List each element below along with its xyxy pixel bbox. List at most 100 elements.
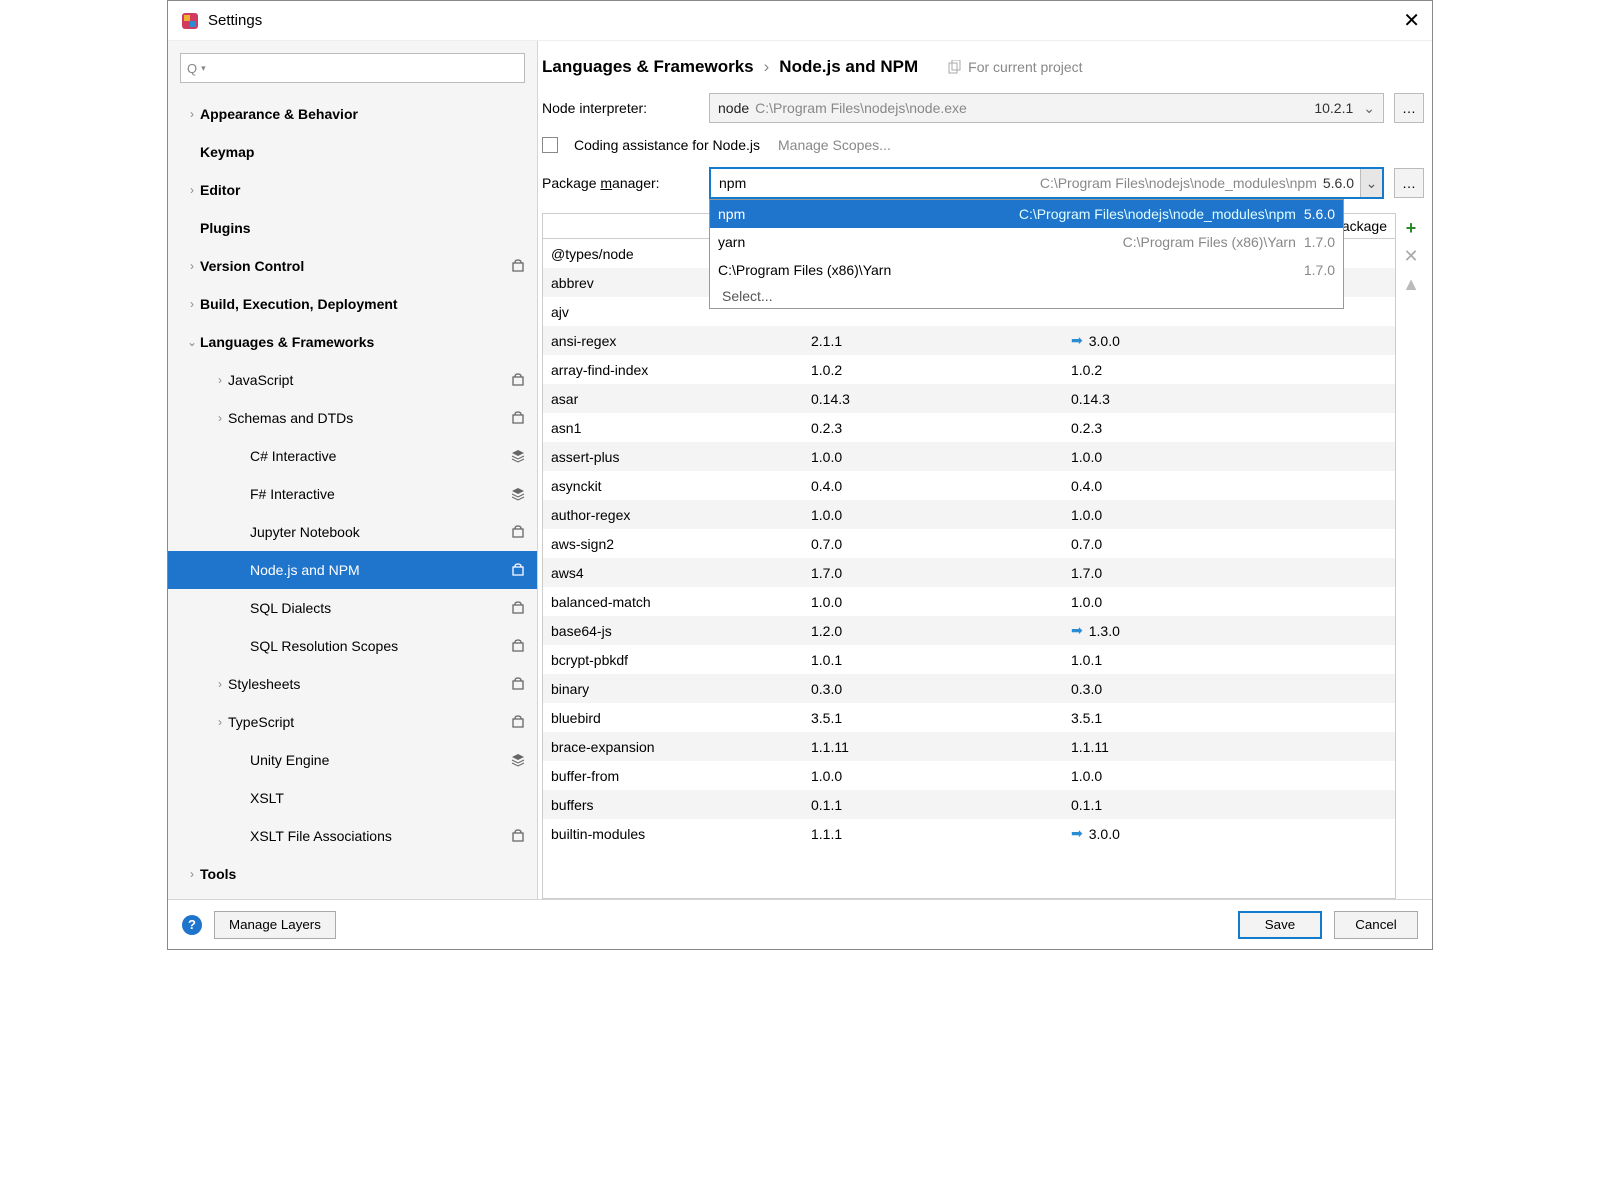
table-side-buttons: + ✕ ▲ (1396, 213, 1424, 899)
tree-item-label: JavaScript (228, 372, 511, 388)
app-logo-icon (180, 11, 200, 31)
tree-item[interactable]: ›Editor (168, 171, 537, 209)
tree-item-label: Plugins (200, 220, 525, 236)
settings-tree: ›Appearance & BehaviorKeymap›Editor Plugi… (168, 95, 537, 899)
pkg-name: buffer-from (543, 768, 803, 784)
tree-item[interactable]: Jupyter Notebook (168, 513, 537, 551)
pkg-latest: 1.0.0 (1063, 594, 1395, 610)
tree-item[interactable]: ›JavaScript (168, 361, 537, 399)
pkg-latest: 0.14.3 (1063, 391, 1395, 407)
node-interpreter-field[interactable]: node C:\Program Files\nodejs\node.exe 10… (709, 93, 1384, 123)
add-package-button[interactable]: + (1400, 217, 1422, 239)
dropdown-item[interactable]: yarnC:\Program Files (x86)\Yarn1.7.0 (710, 228, 1343, 256)
tree-item[interactable]: F# Interactive (168, 475, 537, 513)
copy-icon (948, 60, 962, 74)
package-row[interactable]: bcrypt-pbkdf1.0.11.0.1 (543, 645, 1395, 674)
package-row[interactable]: ansi-regex2.1.1➡3.0.0 (543, 326, 1395, 355)
tree-item[interactable]: Node.js and NPM (168, 551, 537, 589)
tree-item[interactable]: Unity Engine (168, 741, 537, 779)
upgrade-package-button[interactable]: ▲ (1400, 273, 1422, 295)
pkg-latest: 3.5.1 (1063, 710, 1395, 726)
tree-item-label: C# Interactive (250, 448, 511, 464)
tree-item-label: Version Control (200, 258, 511, 274)
package-row[interactable]: bluebird3.5.13.5.1 (543, 703, 1395, 732)
tree-item-label: Build, Execution, Deployment (200, 296, 525, 312)
package-row[interactable]: aws-sign20.7.00.7.0 (543, 529, 1395, 558)
tree-item[interactable]: ›TypeScript (168, 703, 537, 741)
package-manager-row: Package manager: npm C:\Program Files\no… (538, 167, 1424, 199)
tree-item[interactable]: Plugins (168, 209, 537, 247)
package-row[interactable]: buffers0.1.10.1.1 (543, 790, 1395, 819)
dropdown-item[interactable]: C:\Program Files (x86)\Yarn1.7.0 (710, 256, 1343, 284)
coding-assist-checkbox[interactable] (542, 137, 558, 153)
pkgmgr-name: npm (711, 175, 755, 191)
package-row[interactable]: array-find-index1.0.21.0.2 (543, 355, 1395, 384)
package-row[interactable]: binary0.3.00.3.0 (543, 674, 1395, 703)
pkgmgr-more-button[interactable]: … (1394, 168, 1424, 198)
breadcrumb-parent[interactable]: Languages & Frameworks (542, 57, 754, 77)
tree-item[interactable]: ›Tools (168, 855, 537, 893)
scope-label: For current project (948, 59, 1082, 75)
save-button[interactable]: Save (1238, 911, 1322, 939)
pkgmgr-path: C:\Program Files\nodejs\node_modules\npm (755, 175, 1317, 191)
pkg-name: asn1 (543, 420, 803, 436)
manage-layers-button[interactable]: Manage Layers (214, 911, 336, 939)
scope-badge-icon (511, 677, 525, 691)
tree-item[interactable]: XSLT (168, 779, 537, 817)
tree-item[interactable]: ›Stylesheets (168, 665, 537, 703)
package-row[interactable]: builtin-modules1.1.1➡3.0.0 (543, 819, 1395, 848)
pkg-name: aws4 (543, 565, 803, 581)
pkg-name: author-regex (543, 507, 803, 523)
package-row[interactable]: author-regex1.0.01.0.0 (543, 500, 1395, 529)
pkg-latest: ➡3.0.0 (1063, 332, 1395, 349)
chevron-down-icon[interactable]: ⌄ (1363, 100, 1375, 117)
tree-item[interactable]: SQL Dialects (168, 589, 537, 627)
interpreter-more-button[interactable]: … (1394, 93, 1424, 123)
pkg-version: 0.1.1 (803, 797, 1063, 813)
tree-item[interactable]: Keymap (168, 133, 537, 171)
package-row[interactable]: aws41.7.01.7.0 (543, 558, 1395, 587)
pkg-latest: ➡1.3.0 (1063, 622, 1395, 639)
tree-item[interactable]: ›Build, Execution, Deployment (168, 285, 537, 323)
package-row[interactable]: asynckit0.4.00.4.0 (543, 471, 1395, 500)
cancel-button[interactable]: Cancel (1334, 911, 1418, 939)
chevron-down-icon[interactable]: ⌄ (1360, 169, 1382, 197)
help-icon[interactable]: ? (182, 915, 202, 935)
sidebar: Q ▾ ›Appearance & BehaviorKeymap›Editor P… (168, 41, 538, 899)
package-row[interactable]: brace-expansion1.1.111.1.11 (543, 732, 1395, 761)
package-row[interactable]: asn10.2.30.2.3 (543, 413, 1395, 442)
package-row[interactable]: buffer-from1.0.01.0.0 (543, 761, 1395, 790)
pkg-latest: 1.0.1 (1063, 652, 1395, 668)
tree-item[interactable]: SQL Resolution Scopes (168, 627, 537, 665)
tree-item-label: Appearance & Behavior (200, 106, 525, 122)
package-row[interactable]: balanced-match1.0.01.0.0 (543, 587, 1395, 616)
dropdown-select[interactable]: Select... (710, 284, 1343, 308)
close-icon[interactable]: ✕ (1403, 8, 1420, 33)
manage-scopes-link[interactable]: Manage Scopes... (778, 137, 891, 153)
package-row[interactable]: asar0.14.30.14.3 (543, 384, 1395, 413)
search-input[interactable]: Q ▾ (180, 53, 525, 83)
titlebar: Settings ✕ (168, 1, 1432, 41)
dropdown-item[interactable]: npmC:\Program Files\nodejs\node_modules\… (710, 200, 1343, 228)
breadcrumb-current: Node.js and NPM (779, 57, 918, 77)
tree-item[interactable]: XSLT File Associations (168, 817, 537, 855)
pkg-version: 1.0.0 (803, 594, 1063, 610)
pkg-version: 1.0.0 (803, 507, 1063, 523)
tree-item[interactable]: ›Schemas and DTDs (168, 399, 537, 437)
tree-item[interactable]: C# Interactive (168, 437, 537, 475)
tree-item[interactable]: ›Appearance & Behavior (168, 95, 537, 133)
pkg-latest: 1.0.0 (1063, 449, 1395, 465)
package-row[interactable]: base64-js1.2.0➡1.3.0 (543, 616, 1395, 645)
tree-item[interactable]: ⌄Languages & Frameworks (168, 323, 537, 361)
interpreter-path: C:\Program Files\nodejs\node.exe (755, 100, 1308, 116)
pkg-version: 1.0.1 (803, 652, 1063, 668)
tree-item[interactable]: ›Version Control (168, 247, 537, 285)
expand-icon: ⌄ (184, 335, 200, 349)
tree-item-label: XSLT (250, 790, 525, 806)
pkg-name: binary (543, 681, 803, 697)
upgrade-arrow-icon: ➡ (1071, 825, 1083, 842)
package-row[interactable]: assert-plus1.0.01.0.0 (543, 442, 1395, 471)
pkg-name: assert-plus (543, 449, 803, 465)
package-manager-field[interactable]: npm C:\Program Files\nodejs\node_modules… (709, 167, 1384, 199)
remove-package-button[interactable]: ✕ (1400, 245, 1422, 267)
